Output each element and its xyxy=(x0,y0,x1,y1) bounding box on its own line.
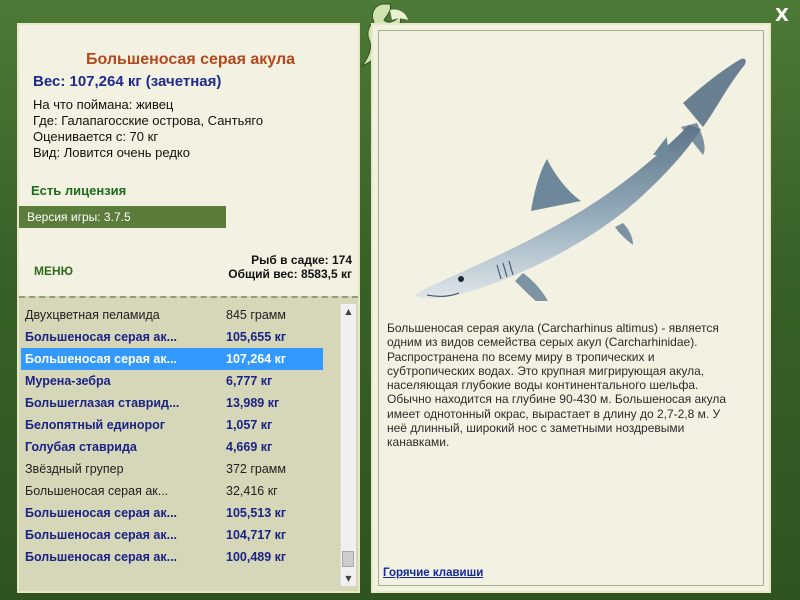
bait-line: На что поймана: живец xyxy=(33,97,174,112)
list-item[interactable]: Большеглазая ставрид... 13,989 кг xyxy=(21,392,323,414)
list-item-name: Двухцветная пеламида xyxy=(25,308,160,322)
list-item[interactable]: Большеносая серая ак... 100,489 кг xyxy=(21,546,323,568)
fish-detail-panel: Большеносая серая акула (Carcharhinus al… xyxy=(371,23,771,593)
list-item-name: Большеносая серая ак... xyxy=(25,352,178,366)
list-item[interactable]: Белопятный единорог 1,057 кг xyxy=(21,414,323,436)
catch-list-box: Двухцветная пеламида 845 грамм Большеносая… xyxy=(19,296,358,591)
fish-detail-inner: Большеносая серая акула (Carcharhinus al… xyxy=(378,30,764,586)
list-item-name: Большеносая серая ак... xyxy=(25,330,178,344)
total-weight: Общий вес: 8583,5 кг xyxy=(228,267,352,281)
list-item-name: Голубая ставрида xyxy=(25,440,137,454)
list-item-name: Большеглазая ставрид... xyxy=(25,396,180,410)
list-item[interactable]: Двухцветная пеламида 845 грамм xyxy=(21,304,323,326)
fish-title: Большеносая серая акула xyxy=(85,51,295,68)
location-line: Где: Галапагосские острова, Сантьяго xyxy=(33,113,264,128)
list-item-weight: 4,669 кг xyxy=(226,440,273,454)
list-item[interactable]: Большеносая серая ак... 104,717 кг xyxy=(21,524,323,546)
list-item-weight: 372 грамм xyxy=(226,462,286,476)
list-item-name: Большеносая серая ак... xyxy=(25,506,178,520)
list-item-weight: 32,416 кг xyxy=(226,484,278,498)
list-item[interactable]: Большеносая серая ак... 105,655 кг xyxy=(21,326,323,348)
list-item-weight: 845 грамм xyxy=(226,308,286,322)
list-item[interactable]: Большеносая серая ак... 107,264 кг xyxy=(21,348,323,370)
scroll-thumb[interactable] xyxy=(342,551,354,567)
close-button[interactable]: X xyxy=(770,4,794,28)
fish-description: Большеносая серая акула (Carcharhinus al… xyxy=(387,321,727,450)
menu-button[interactable]: МЕНЮ xyxy=(34,264,73,278)
list-item[interactable]: Звёздный групер 372 грамм xyxy=(21,458,323,480)
rarity-line: Вид: Ловится очень редко xyxy=(33,145,190,160)
list-item[interactable]: Мурена-зебра 6,777 кг xyxy=(21,370,323,392)
list-item-weight: 6,777 кг xyxy=(226,374,273,388)
list-item-weight: 1,057 кг xyxy=(226,418,273,432)
list-item-name: Мурена-зебра xyxy=(25,374,111,388)
list-item-weight: 13,989 кг xyxy=(226,396,280,410)
list-item-name: Большеносая серая ак... xyxy=(25,528,178,542)
cage-count: Рыб в садке: 174 xyxy=(251,253,352,267)
catch-list[interactable]: Двухцветная пеламида 845 грамм Большеносая… xyxy=(21,304,323,568)
fish-weight: Вес: 107,264 кг (зачетная) xyxy=(33,73,222,90)
list-item-weight: 100,489 кг xyxy=(226,550,287,564)
list-item-name: Звёздный групер xyxy=(25,462,124,476)
fish-info-panel: Большеносая серая акула Вес: 107,264 кг … xyxy=(17,23,360,593)
scroll-down-arrow-icon[interactable]: ▼ xyxy=(341,571,356,586)
list-item-name: Большеносая серая ак... xyxy=(25,484,169,498)
hotkeys-link[interactable]: Горячие клавиши xyxy=(383,567,483,579)
window-frame: X Большеносая серая акула Вес: 107,264 к… xyxy=(0,0,800,600)
version-bar: Версия игры: 3.7.5 xyxy=(19,206,226,228)
list-item[interactable]: Большеносая серая ак... 32,416 кг xyxy=(21,480,323,502)
list-item[interactable]: Большеносая серая ак... 105,513 кг xyxy=(21,502,323,524)
list-item-name: Большеносая серая ак... xyxy=(25,550,178,564)
list-item-weight: 104,717 кг xyxy=(226,528,287,542)
list-item-weight: 105,513 кг xyxy=(226,506,287,520)
scroll-up-arrow-icon[interactable]: ▲ xyxy=(341,304,356,319)
list-item-weight: 105,655 кг xyxy=(226,330,287,344)
license-status: Есть лицензия xyxy=(31,183,127,198)
list-item-name: Белопятный единорог xyxy=(25,418,165,432)
list-item-weight: 107,264 кг xyxy=(226,352,287,366)
value-line: Оценивается с: 70 кг xyxy=(33,129,159,144)
shark-image xyxy=(415,58,746,301)
list-item[interactable]: Голубая ставрида 4,669 кг xyxy=(21,436,323,458)
scrollbar[interactable]: ▲ ▼ xyxy=(340,304,356,586)
